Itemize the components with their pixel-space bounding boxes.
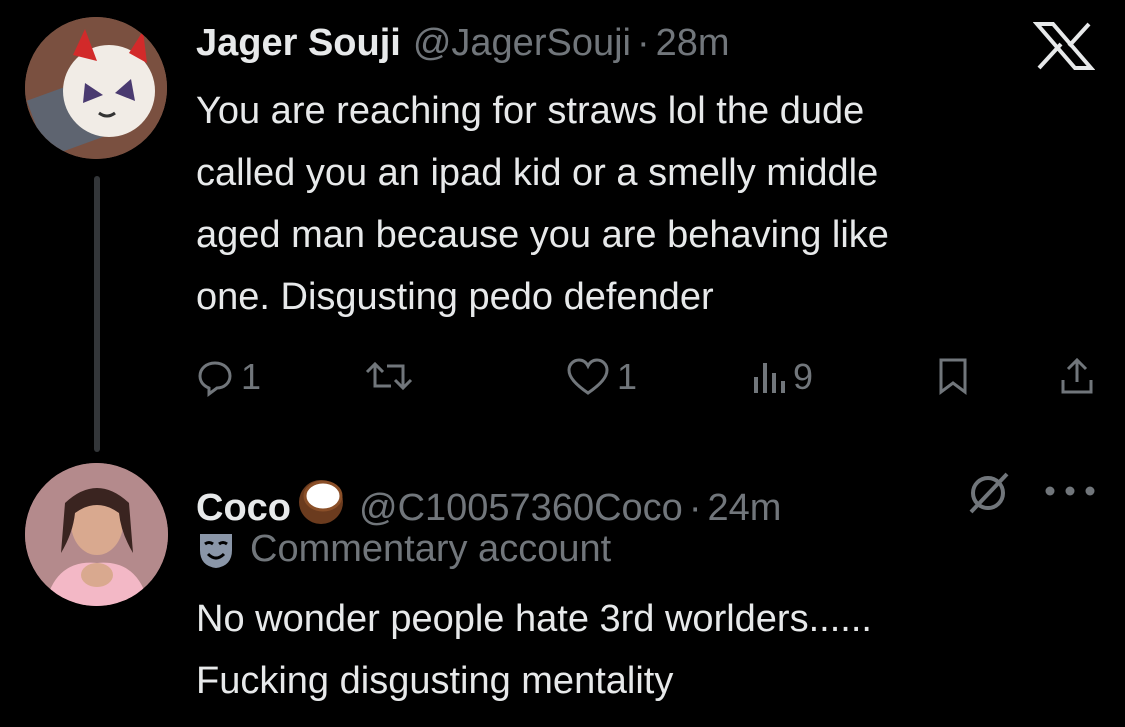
bookmark-icon bbox=[939, 358, 967, 395]
timestamp[interactable]: 28m bbox=[656, 22, 730, 65]
bookmark-button[interactable] bbox=[935, 356, 971, 396]
avatar[interactable] bbox=[25, 463, 168, 606]
account-label-text: Commentary account bbox=[250, 528, 612, 570]
separator-dot: · bbox=[636, 22, 650, 64]
share-button[interactable] bbox=[1057, 356, 1097, 396]
grok-icon[interactable] bbox=[963, 468, 1013, 518]
tweet-jager-souji[interactable]: Jager Souji @JagerSouji · 28m You are re… bbox=[0, 0, 1125, 452]
separator-dot: · bbox=[688, 487, 702, 529]
reply-count: 1 bbox=[241, 356, 262, 397]
like-count: 1 bbox=[617, 356, 638, 397]
like-button[interactable]: 1 bbox=[565, 356, 637, 398]
user-handle[interactable]: @JagerSouji bbox=[413, 22, 631, 65]
heart-icon bbox=[567, 358, 609, 395]
x-logo-icon bbox=[1033, 22, 1095, 70]
avatar[interactable] bbox=[25, 17, 167, 159]
display-name[interactable]: Coco bbox=[196, 487, 291, 530]
account-label[interactable]: Commentary account bbox=[196, 528, 611, 571]
retweet-icon bbox=[365, 361, 413, 391]
share-icon bbox=[1061, 357, 1093, 394]
views-icon bbox=[754, 363, 785, 393]
reply-icon bbox=[198, 361, 232, 397]
theater-mask-icon bbox=[200, 533, 232, 568]
retweet-button[interactable] bbox=[363, 356, 421, 396]
action-bar: 1 1 9 bbox=[195, 356, 1095, 402]
tweet-coco[interactable]: Coco @C10057360Coco · 24m Commentary acc… bbox=[0, 440, 1125, 727]
thread-line bbox=[94, 176, 100, 452]
tweet-header: Coco @C10057360Coco · 24m bbox=[196, 468, 781, 530]
view-count: 9 bbox=[793, 356, 814, 397]
views-button[interactable]: 9 bbox=[751, 356, 813, 398]
user-handle[interactable]: @C10057360Coco bbox=[359, 487, 683, 530]
display-name[interactable]: Jager Souji bbox=[196, 22, 401, 65]
more-options-icon[interactable] bbox=[1043, 484, 1097, 498]
reply-button[interactable]: 1 bbox=[195, 356, 261, 398]
timestamp[interactable]: 24m bbox=[707, 487, 781, 530]
tweet-text: No wonder people hate 3rd worlders......… bbox=[196, 598, 872, 702]
tweet-header: Jager Souji @JagerSouji · 28m bbox=[196, 22, 730, 65]
coconut-emoji-icon bbox=[299, 480, 343, 524]
tweet-text: You are reaching for straws lol the dude… bbox=[196, 90, 889, 318]
